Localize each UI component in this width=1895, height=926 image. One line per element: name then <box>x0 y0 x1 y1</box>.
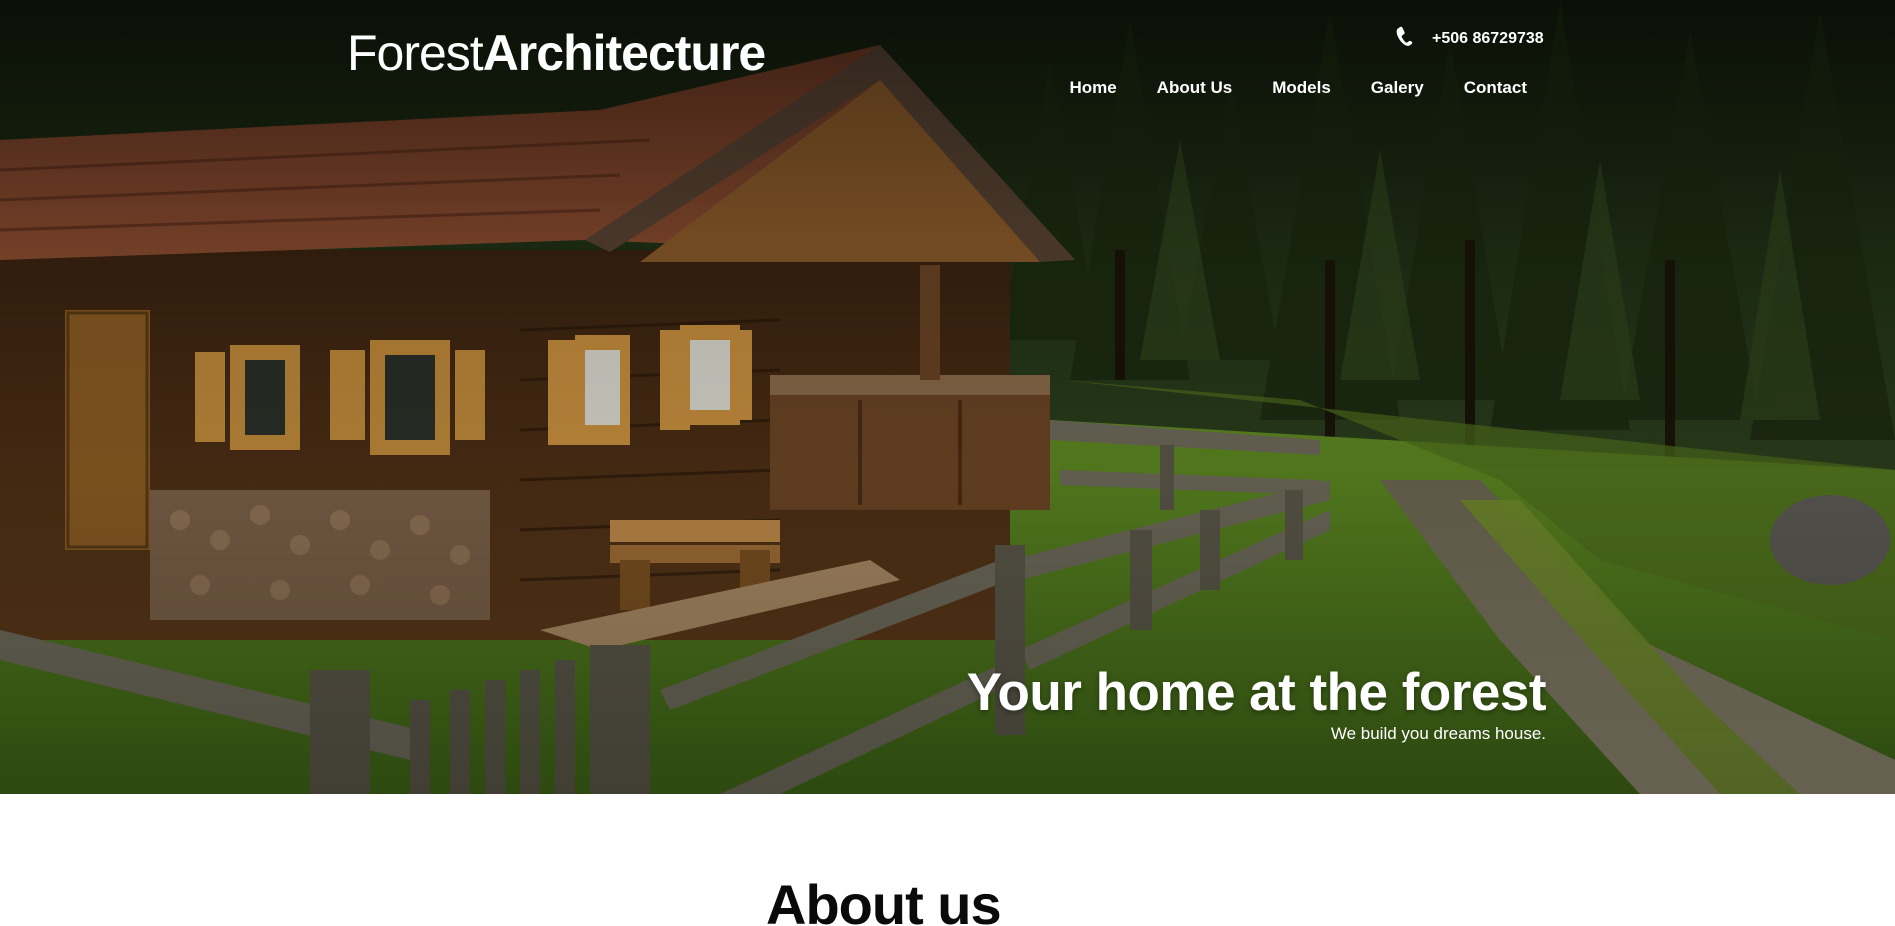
nav-item-home[interactable]: Home <box>1069 78 1116 98</box>
brand-logo-light: Forest <box>347 25 484 81</box>
hero-title: Your home at the forest <box>966 663 1547 722</box>
main-nav: Home About Us Models Galery Contact <box>1069 76 1527 100</box>
brand-logo-bold: Architecture <box>482 25 767 81</box>
nav-item-contact[interactable]: Contact <box>1464 78 1527 98</box>
phone-icon <box>1392 22 1422 57</box>
hero-subtitle: We build you dreams house. <box>1330 724 1546 743</box>
nav-item-about-us[interactable]: About Us <box>1157 78 1233 98</box>
nav-item-galery[interactable]: Galery <box>1371 78 1424 98</box>
hero-section: ForestArchitecture +506 86729738 Home Ab… <box>0 0 1895 794</box>
brand-logo[interactable]: ForestArchitecture <box>347 22 767 84</box>
hero-overlay <box>0 0 1895 794</box>
about-heading: About us <box>766 873 1002 926</box>
nav-item-models[interactable]: Models <box>1272 78 1331 98</box>
phone-contact[interactable]: +506 86729738 <box>1392 24 1544 54</box>
phone-number: +506 86729738 <box>1432 30 1544 47</box>
